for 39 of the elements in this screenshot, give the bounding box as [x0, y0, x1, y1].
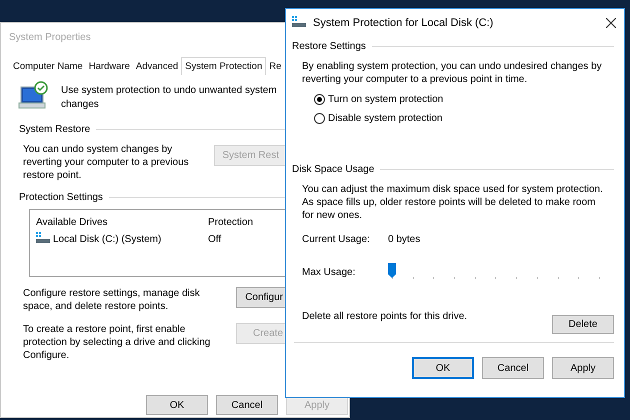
- window-title: System Protection for Local Disk (C:): [313, 17, 494, 29]
- section-heading: Disk Space Usage: [292, 164, 374, 175]
- radio-option[interactable]: Turn on system protection: [314, 94, 614, 105]
- description-text: Configure restore settings, manage disk space, and delete restore points.: [22, 287, 201, 313]
- drive-list[interactable]: Available Drives Protection Local Disk (C:) (System) Off: [29, 209, 285, 277]
- window-title: System Properties: [9, 32, 91, 44]
- tab[interactable]: Hardware: [86, 59, 133, 75]
- table-cell: Local Disk (C:) (System): [53, 234, 162, 245]
- radio-button[interactable]: [314, 113, 325, 124]
- section-heading: Restore Settings: [292, 41, 366, 52]
- dialog-button[interactable]: Cancel: [482, 357, 544, 379]
- tab[interactable]: Re: [266, 59, 284, 75]
- field-label: Current Usage:: [302, 234, 371, 245]
- section-heading: System Restore: [19, 124, 90, 135]
- dialog-button[interactable]: OK: [412, 357, 474, 379]
- field-label: Max Usage:: [302, 266, 356, 278]
- description-text: Use system protection to undo unwanted system changes: [61, 84, 278, 112]
- close-icon[interactable]: [606, 18, 616, 28]
- dialog-button[interactable]: OK: [146, 395, 208, 415]
- description-text: You can undo system changes by reverting your computer to a previous restore point.: [22, 143, 190, 182]
- description-text: You can adjust the maximum disk space used for system protection. As space fills up, older restore points will be deleted to make room for new ones.: [302, 183, 604, 222]
- description-text: Delete all restore points for this drive.: [302, 311, 468, 322]
- configure-button[interactable]: Configur: [236, 287, 286, 308]
- dialog-button[interactable]: Apply: [552, 357, 614, 379]
- tab[interactable]: Advanced: [132, 59, 182, 75]
- column-header: Available Drives: [36, 217, 109, 228]
- usage-value: 0 bytes: [388, 234, 420, 245]
- description-text: By enabling system protection, you can undo undesired changes by reverting your computer to a previous point in time.: [302, 60, 603, 86]
- radio-option[interactable]: Disable system protection: [314, 113, 614, 124]
- radio-button[interactable]: [314, 94, 325, 105]
- table-cell: Off: [208, 234, 222, 245]
- tab[interactable]: Computer Name: [10, 59, 86, 75]
- delete-button[interactable]: Delete: [552, 315, 614, 334]
- dialog-button[interactable]: Cancel: [216, 395, 278, 415]
- column-header: Protection: [208, 217, 254, 228]
- slider-thumb[interactable]: [388, 263, 396, 278]
- tab[interactable]: System Protection: [181, 57, 266, 75]
- description-text: To create a restore point, first enable protection by selecting a drive and clicking Configure.: [22, 323, 212, 362]
- section-heading: Protection Settings: [19, 192, 103, 203]
